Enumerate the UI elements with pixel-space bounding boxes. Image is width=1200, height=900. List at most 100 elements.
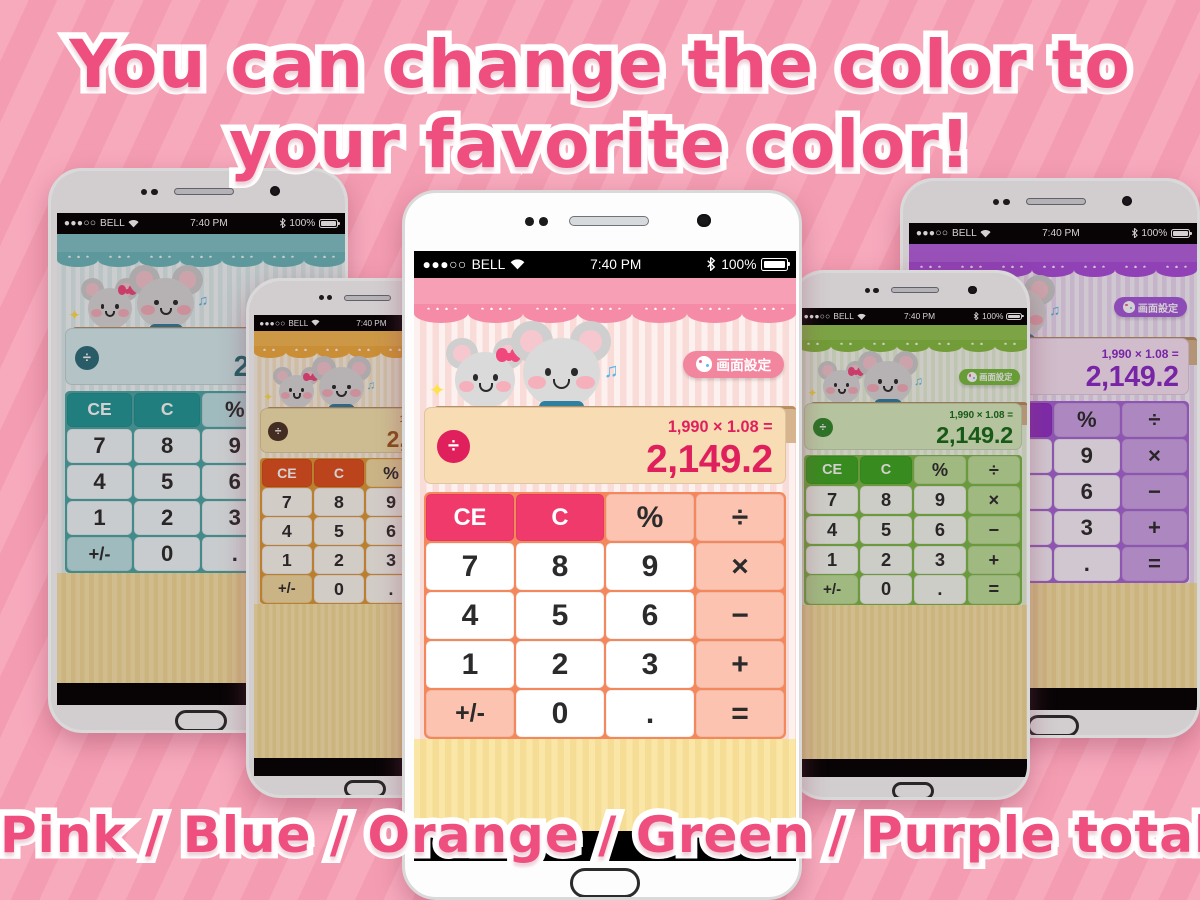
key-digit-2[interactable]: 2	[134, 500, 201, 536]
key-digit-9[interactable]: 9	[913, 485, 967, 515]
key-digit-6[interactable]: 6	[1053, 474, 1120, 510]
earpiece-speaker	[344, 294, 391, 301]
key-divide[interactable]: ÷	[696, 494, 784, 541]
key-digit-2[interactable]: 2	[859, 545, 913, 574]
key-plus[interactable]: +	[1121, 510, 1188, 546]
key-digit-0[interactable]: 0	[134, 536, 201, 572]
mouse-eye	[300, 388, 304, 392]
home-button[interactable]	[570, 868, 640, 897]
home-button[interactable]	[1027, 715, 1079, 735]
key-digit-4[interactable]: 4	[426, 592, 514, 639]
key-decimal[interactable]: .	[1053, 546, 1120, 582]
mouse-eye	[154, 299, 159, 306]
earpiece-speaker	[174, 187, 234, 196]
key-digit-CE[interactable]: CE	[426, 494, 514, 541]
key-digit-5[interactable]: 5	[313, 517, 365, 545]
key-plus[interactable]: +	[696, 641, 784, 688]
key-digit-7[interactable]: 7	[66, 428, 133, 463]
proximity-sensor-icon	[993, 198, 1000, 206]
key-minus[interactable]: −	[967, 515, 1021, 544]
settings-button-label: 画面設定	[1137, 303, 1179, 315]
key-digit-3[interactable]: 3	[606, 641, 694, 688]
key-divide[interactable]: ÷	[1121, 402, 1188, 437]
wifi-icon	[311, 319, 320, 327]
screen-settings-button[interactable]: 画面設定	[959, 368, 1021, 386]
mouse-cheek	[848, 386, 858, 394]
home-button[interactable]	[175, 710, 227, 730]
key-digit-2[interactable]: 2	[313, 546, 365, 574]
key-digit-9[interactable]: 9	[606, 543, 694, 590]
mouse-head	[137, 277, 195, 330]
wifi-icon	[128, 219, 139, 228]
key-digit-3[interactable]: 3	[1053, 510, 1120, 546]
key-digit-C[interactable]: C	[134, 392, 201, 427]
key-digit-3[interactable]: 3	[913, 545, 967, 574]
battery-percent-label: 100%	[289, 217, 316, 229]
settings-button-label: 画面設定	[716, 358, 772, 374]
key-percent[interactable]: %	[606, 494, 694, 541]
key-digit-C[interactable]: C	[859, 456, 913, 485]
key-digit-5[interactable]: 5	[134, 464, 201, 500]
key-digit-CE[interactable]: CE	[261, 459, 313, 487]
key-digit-1[interactable]: 1	[805, 545, 859, 574]
key-digit-1[interactable]: 1	[426, 641, 514, 688]
status-bar: ●●●○○BELL 7:40 PM 100%	[798, 307, 1027, 325]
key-digit-4[interactable]: 4	[66, 464, 133, 500]
key-equals[interactable]: =	[1121, 546, 1188, 582]
key-digit-0[interactable]: 0	[516, 690, 604, 737]
key-digit-5[interactable]: 5	[859, 515, 913, 544]
key-digit-9[interactable]: 9	[1053, 438, 1120, 473]
key-digit-4[interactable]: 4	[261, 517, 313, 545]
key-digit-6[interactable]: 6	[913, 515, 967, 544]
home-button[interactable]	[344, 780, 386, 795]
screen-settings-button[interactable]: 画面設定	[683, 350, 784, 378]
key-digit-4[interactable]: 4	[805, 515, 859, 544]
key-digit-7[interactable]: 7	[426, 543, 514, 590]
key-digit-8[interactable]: 8	[859, 485, 913, 515]
key-multiply[interactable]: ×	[967, 485, 1021, 515]
key-plusminus[interactable]: +/-	[426, 690, 514, 737]
key-digit-C[interactable]: C	[516, 494, 604, 541]
key-decimal[interactable]: .	[606, 690, 694, 737]
pink-calculator-phone[interactable]: ●●●○○BELL7:40 PM100%✦✦♪♫画面設定÷1,990 × 1.0…	[402, 190, 802, 900]
key-digit-8[interactable]: 8	[516, 543, 604, 590]
key-digit-0[interactable]: 0	[313, 575, 365, 603]
key-digit-6[interactable]: 6	[606, 592, 694, 639]
clock-label: 7:40 PM	[903, 311, 936, 322]
key-plusminus[interactable]: +/-	[66, 536, 133, 572]
key-digit-0[interactable]: 0	[859, 575, 913, 604]
key-decimal[interactable]: .	[913, 575, 967, 604]
key-percent[interactable]: %	[1053, 402, 1120, 437]
key-digit-5[interactable]: 5	[516, 592, 604, 639]
key-digit-7[interactable]: 7	[261, 488, 313, 516]
key-equals[interactable]: =	[696, 690, 784, 737]
display-expression: 1,990 × 1.08 =	[1101, 346, 1179, 361]
home-button[interactable]	[891, 781, 935, 797]
key-plus[interactable]: +	[967, 545, 1021, 574]
key-minus[interactable]: −	[696, 592, 784, 639]
key-plusminus[interactable]: +/-	[261, 575, 313, 603]
key-digit-C[interactable]: C	[313, 459, 365, 487]
key-digit-8[interactable]: 8	[313, 488, 365, 516]
key-digit-2[interactable]: 2	[516, 641, 604, 688]
key-digit-1[interactable]: 1	[261, 546, 313, 574]
key-minus[interactable]: −	[1121, 474, 1188, 510]
key-digit-CE[interactable]: CE	[66, 392, 133, 427]
window-valance	[57, 233, 345, 267]
key-equals[interactable]: =	[967, 575, 1021, 604]
key-digit-CE[interactable]: CE	[805, 456, 859, 485]
window-valance	[413, 278, 797, 324]
status-bar-left: ●●●○○ BELL	[259, 319, 320, 328]
key-plusminus[interactable]: +/-	[805, 575, 859, 604]
key-digit-1[interactable]: 1	[66, 500, 133, 536]
key-divide[interactable]: ÷	[967, 456, 1021, 485]
proximity-sensor-icon	[141, 188, 148, 196]
key-multiply[interactable]: ×	[696, 543, 784, 590]
screen-settings-button[interactable]: 画面設定	[1113, 296, 1188, 318]
key-multiply[interactable]: ×	[1121, 438, 1188, 473]
key-digit-7[interactable]: 7	[805, 485, 859, 515]
key-percent[interactable]: %	[913, 456, 967, 485]
key-digit-8[interactable]: 8	[134, 428, 201, 463]
carrier-label: BELL	[99, 217, 125, 229]
green-calculator-phone[interactable]: ●●●○○BELL7:40 PM100%✦✦♪♫画面設定÷1,990 × 1.0…	[790, 270, 1030, 800]
